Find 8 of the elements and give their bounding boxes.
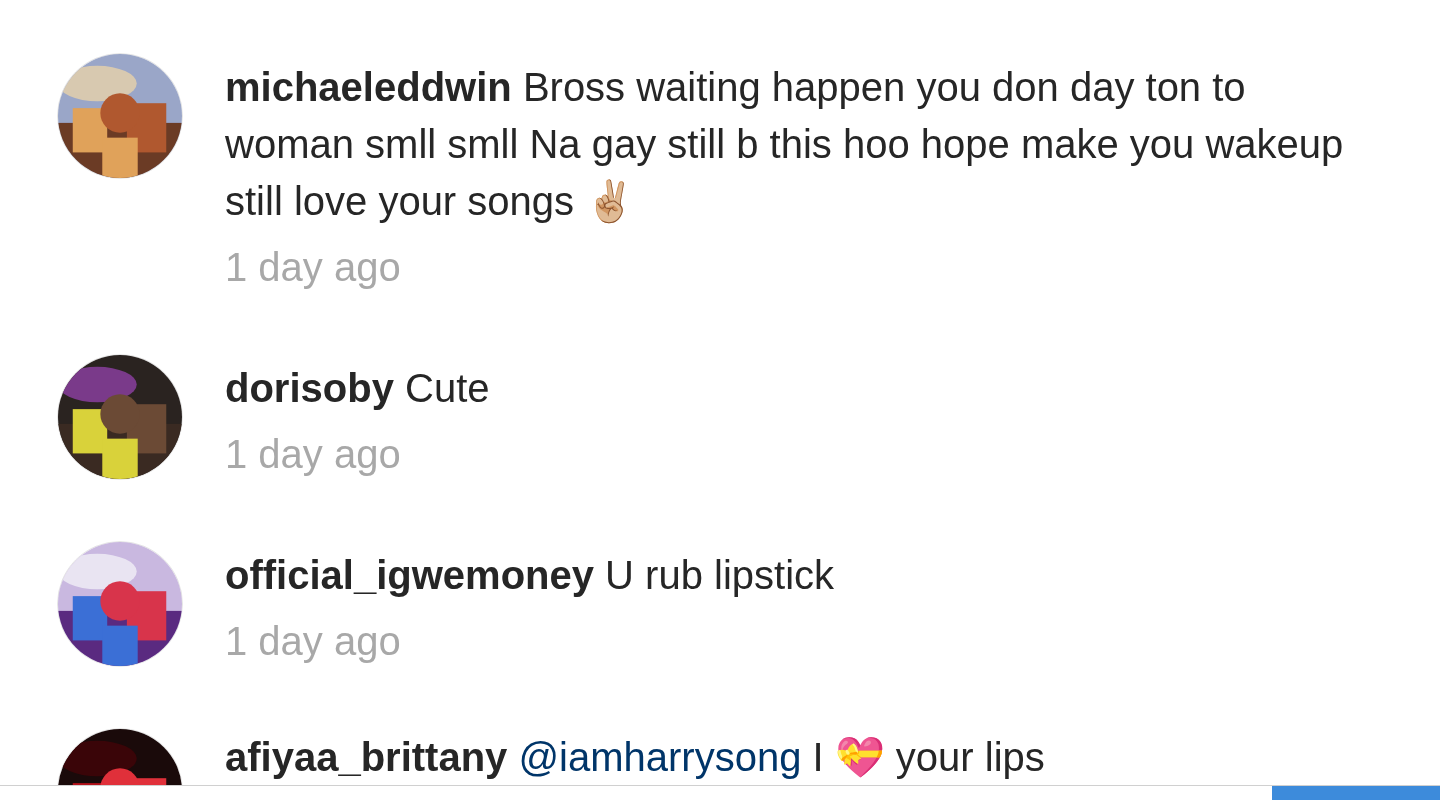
comment-text: michaeleddwin Bross waiting happen you don day ton to woman smll smll Na gay still b this hoo hope make you wakeup still love your songs ✌🏼 [225, 64, 1345, 226]
mention-link[interactable]: @iamharrysong [518, 735, 802, 779]
comment-text: dorisoby Cute [225, 365, 491, 412]
timestamp: 1 day ago [225, 244, 402, 291]
timestamp: 1 day ago [225, 618, 402, 665]
comment-text: afiyaa_brittany @iamharrysong I 💝 your lips [225, 734, 1046, 780]
timestamp: 1 day ago [225, 431, 402, 478]
comment-text: official_igwemoney U rub lipstick [225, 552, 836, 599]
